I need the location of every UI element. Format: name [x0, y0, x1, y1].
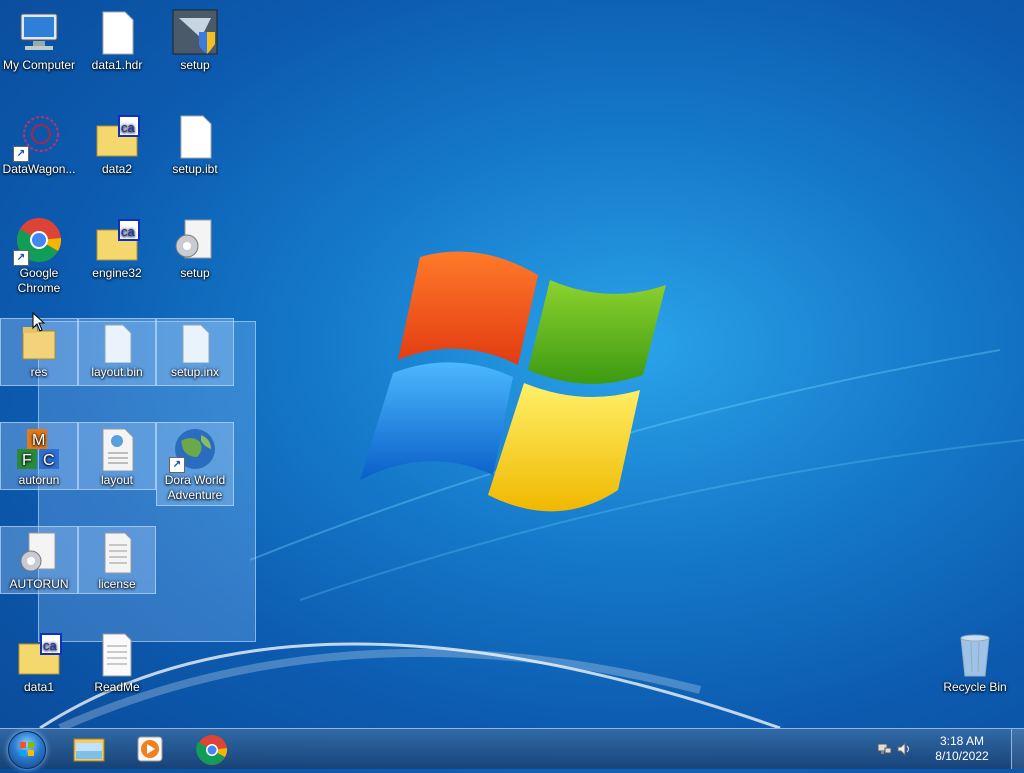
explorer-icon: [73, 738, 105, 762]
icon-label: autorun: [18, 473, 60, 487]
icon-label: setup.inx: [170, 365, 220, 379]
desktop-icon-layout-bin[interactable]: layout.bin: [78, 318, 156, 386]
svg-text:F: F: [22, 452, 32, 469]
setup-shield-icon: [171, 8, 219, 56]
desktop-icon-my-computer[interactable]: My Computer: [0, 4, 78, 100]
taskbar-chrome-button[interactable]: [188, 731, 238, 767]
taskbar-media-player-button[interactable]: [126, 731, 176, 767]
text-file-icon: [93, 531, 141, 575]
text-file-icon: [93, 630, 141, 678]
desktop-icon-data1[interactable]: ca data1: [0, 626, 78, 722]
desktop-icon-setup-ibt[interactable]: setup.ibt: [156, 108, 234, 204]
icon-label: layout: [100, 473, 134, 487]
cab-folder-icon: ca: [93, 216, 141, 264]
windows-logo: [360, 251, 666, 512]
media-player-icon: [137, 736, 163, 762]
start-button[interactable]: [8, 731, 46, 769]
file-icon: [93, 323, 141, 364]
icon-label: DataWagon...: [2, 162, 76, 176]
settings-file-icon: [15, 531, 63, 575]
file-icon: [93, 8, 141, 56]
desktop-icon-setup-exe[interactable]: setup: [156, 4, 234, 100]
icon-label: res: [30, 365, 48, 379]
icon-label: Recycle Bin: [943, 680, 1007, 694]
icon-label: Dora World Adventure: [164, 473, 226, 502]
file-icon: [171, 112, 219, 160]
chrome-icon: ↗: [13, 216, 63, 266]
settings-file-icon: [171, 216, 219, 264]
icon-label: setup: [180, 266, 210, 280]
icon-label: data2: [101, 162, 133, 176]
mouse-cursor-icon: [32, 312, 46, 332]
desktop-icon-setup-inx[interactable]: setup.inx: [156, 318, 234, 386]
clock-time: 3:18 AM: [939, 734, 985, 748]
desktop-icon-autorun[interactable]: MFC autorun: [0, 422, 78, 490]
chrome-icon: [196, 735, 228, 765]
shortcut-arrow-icon: ↗: [13, 250, 29, 266]
icon-label: engine32: [92, 266, 142, 280]
file-icon: [171, 323, 219, 364]
svg-text:ca: ca: [43, 638, 58, 653]
desktop-icon-engine32[interactable]: ca engine32: [78, 212, 156, 308]
desktop-icon-dora-world-adventure[interactable]: ↗ Dora World Adventure: [156, 422, 234, 506]
icon-label: license: [98, 577, 136, 591]
show-desktop-button[interactable]: [1011, 729, 1024, 769]
icon-label: My Computer: [2, 58, 76, 72]
recycle-bin-icon: [951, 630, 999, 678]
autorun-mfc-icon: MFC: [15, 427, 63, 471]
desktop-icon-data1-hdr[interactable]: data1.hdr: [78, 4, 156, 100]
globe-icon: ↗: [169, 427, 219, 473]
svg-text:C: C: [43, 452, 55, 469]
desktop-icon-layout[interactable]: layout: [78, 422, 156, 490]
network-icon[interactable]: [876, 741, 892, 757]
computer-icon: [15, 8, 63, 56]
clock-date: 8/10/2022: [935, 749, 989, 763]
datawagon-icon: ↗: [13, 112, 63, 162]
desktop-icon-readme[interactable]: ReadMe: [78, 626, 156, 722]
svg-text:ca: ca: [121, 224, 136, 239]
icon-label: data1: [23, 680, 55, 694]
icon-label: setup.ibt: [172, 162, 218, 176]
desktop-icon-data2[interactable]: ca data2: [78, 108, 156, 204]
cab-folder-icon: ca: [15, 630, 63, 678]
document-icon: [93, 427, 141, 472]
shortcut-arrow-icon: ↗: [13, 146, 29, 162]
svg-text:M: M: [32, 432, 45, 449]
shortcut-arrow-icon: ↗: [169, 457, 185, 473]
desktop-icon-license[interactable]: license: [78, 526, 156, 594]
desktop-icon-autorun-setup[interactable]: AUTORUN: [0, 526, 78, 594]
windows-flag-icon: [20, 742, 34, 756]
svg-text:ca: ca: [121, 120, 136, 135]
icon-label: data1.hdr: [91, 58, 143, 72]
volume-icon[interactable]: [896, 741, 912, 757]
cab-folder-icon: ca: [93, 112, 141, 160]
icon-label: AUTORUN: [9, 577, 69, 591]
desktop-icon-datawagon[interactable]: ↗ DataWagon...: [0, 108, 78, 204]
icon-label: layout.bin: [91, 365, 143, 379]
taskbar-explorer-button[interactable]: [64, 731, 114, 767]
icon-label: Google Chrome: [17, 266, 61, 295]
taskbar: 3:18 AM 8/10/2022: [0, 728, 1024, 769]
icon-label: setup: [180, 58, 210, 72]
clock[interactable]: 3:18 AM 8/10/2022: [932, 734, 992, 764]
desktop-icon-google-chrome[interactable]: ↗ Google Chrome: [0, 212, 78, 308]
desktop-icon-setup-ini[interactable]: setup: [156, 212, 234, 308]
system-tray: 3:18 AM 8/10/2022: [870, 729, 1010, 769]
desktop-icon-recycle-bin[interactable]: Recycle Bin: [936, 626, 1014, 722]
icon-label: ReadMe: [94, 680, 140, 694]
